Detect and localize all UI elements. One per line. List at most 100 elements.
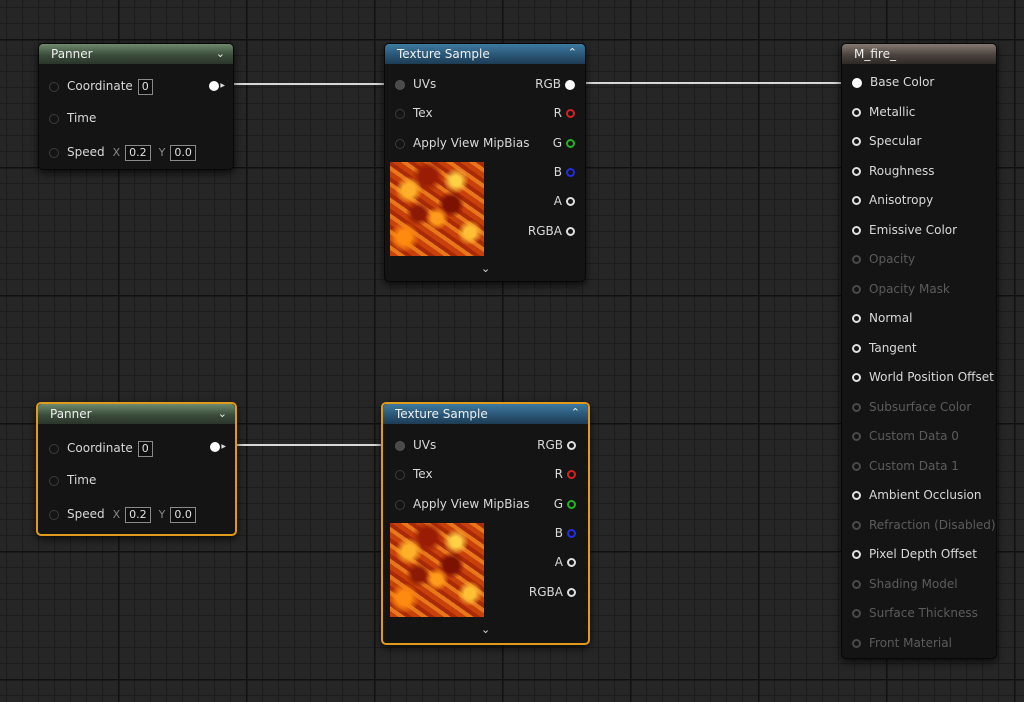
input-pin[interactable] xyxy=(852,461,861,471)
material-pin-anisotropy[interactable]: Anisotropy xyxy=(852,190,933,210)
rgba-output[interactable]: RGBA xyxy=(529,582,576,602)
b-pin[interactable] xyxy=(567,529,576,538)
material-pin-specular[interactable]: Specular xyxy=(852,131,921,151)
speed-input-pin[interactable] xyxy=(49,509,59,520)
input-pin[interactable] xyxy=(852,373,861,382)
material-pin-refraction-disabled[interactable]: Refraction (Disabled) xyxy=(852,515,996,535)
material-pin-opacity-mask[interactable]: Opacity Mask xyxy=(852,279,950,299)
rgb-output[interactable]: RGB xyxy=(535,74,575,94)
tex-input[interactable]: Tex xyxy=(395,103,433,123)
tex-pin[interactable] xyxy=(395,108,405,119)
material-pin-subsurface-color[interactable]: Subsurface Color xyxy=(852,397,971,417)
coordinate-field[interactable]: 0 xyxy=(137,440,153,457)
coordinate-input-pin[interactable] xyxy=(49,443,59,454)
material-output-node[interactable]: M_fire_ Base Color Metallic Specular Roughn… xyxy=(841,43,997,659)
material-pin-custom-data-1[interactable]: Custom Data 1 xyxy=(852,456,959,476)
output-pin[interactable] xyxy=(209,80,220,91)
tex-pin[interactable] xyxy=(395,469,405,480)
input-pin[interactable] xyxy=(852,579,861,589)
input-pin[interactable] xyxy=(852,137,861,146)
input-pin[interactable] xyxy=(852,491,861,500)
material-pin-world-position-offset[interactable]: World Position Offset xyxy=(852,367,994,387)
texture-sample-node-bottom[interactable]: Texture Sample ⌃ UVs Tex Apply View MipB… xyxy=(381,402,590,645)
uvs-input[interactable]: UVs xyxy=(395,435,436,455)
material-pin-roughness[interactable]: Roughness xyxy=(852,161,934,181)
input-pin[interactable] xyxy=(852,343,861,353)
material-pin-opacity[interactable]: Opacity xyxy=(852,249,915,269)
input-pin[interactable] xyxy=(852,225,861,235)
tex-input[interactable]: Tex xyxy=(395,464,433,484)
panner-node-top[interactable]: Panner ⌄ Coordinate 0 ▶ Time Speed X 0.2 Y 0.… xyxy=(38,43,234,170)
material-header[interactable]: M_fire_ xyxy=(842,44,996,64)
chevron-down-icon[interactable]: ⌄ xyxy=(481,262,490,275)
speed-x-field[interactable]: 0.2 xyxy=(125,506,151,523)
output-pin[interactable] xyxy=(210,441,221,452)
rgba-pin[interactable] xyxy=(567,588,576,597)
input-pin[interactable] xyxy=(852,166,861,176)
rgb-pin[interactable] xyxy=(567,441,576,450)
r-output[interactable]: R xyxy=(555,464,576,484)
material-pin-shading-model[interactable]: Shading Model xyxy=(852,574,958,594)
material-pin-normal[interactable]: Normal xyxy=(852,308,912,328)
a-pin[interactable] xyxy=(566,197,575,206)
speed-input-pin[interactable] xyxy=(49,147,59,158)
g-output[interactable]: G xyxy=(554,494,576,514)
input-pin[interactable] xyxy=(852,520,861,530)
material-pin-base-color[interactable]: Base Color xyxy=(852,72,934,92)
texture-sample-header[interactable]: Texture Sample ⌃ xyxy=(383,404,588,424)
a-output[interactable]: A xyxy=(554,191,575,211)
panner-output[interactable]: ▶ xyxy=(206,436,226,456)
g-pin[interactable] xyxy=(566,139,575,148)
mipbias-input[interactable]: Apply View MipBias xyxy=(395,133,529,153)
mipbias-input[interactable]: Apply View MipBias xyxy=(395,494,529,514)
rgb-pin[interactable] xyxy=(565,79,575,90)
b-pin[interactable] xyxy=(566,168,575,177)
material-pin-ambient-occlusion[interactable]: Ambient Occlusion xyxy=(852,485,981,505)
r-pin[interactable] xyxy=(567,470,576,479)
input-pin[interactable] xyxy=(852,314,861,323)
rgb-output[interactable]: RGB xyxy=(537,435,576,455)
speed-y-field[interactable]: 0.0 xyxy=(170,506,196,523)
speed-y-field[interactable]: 0.0 xyxy=(170,144,196,161)
g-output[interactable]: G xyxy=(553,133,575,153)
b-output[interactable]: B xyxy=(555,523,576,543)
chevron-down-icon[interactable]: ⌄ xyxy=(481,623,490,636)
material-pin-emissive-color[interactable]: Emissive Color xyxy=(852,220,957,240)
texture-sample-header[interactable]: Texture Sample ⌃ xyxy=(385,44,585,64)
uvs-pin[interactable] xyxy=(395,79,405,90)
input-pin[interactable] xyxy=(852,432,861,441)
r-output[interactable]: R xyxy=(554,103,575,123)
panner-header[interactable]: Panner ⌄ xyxy=(38,404,235,424)
input-pin[interactable] xyxy=(852,255,861,264)
chevron-down-icon[interactable]: ⌄ xyxy=(216,44,225,64)
material-pin-front-material[interactable]: Front Material xyxy=(852,633,952,653)
material-pin-tangent[interactable]: Tangent xyxy=(852,338,917,358)
input-pin[interactable] xyxy=(852,196,861,205)
input-pin[interactable] xyxy=(852,284,861,294)
input-pin[interactable] xyxy=(852,402,861,412)
a-output[interactable]: A xyxy=(555,552,576,572)
texture-sample-node-top[interactable]: Texture Sample ⌃ UVs Tex Apply View MipB… xyxy=(384,43,586,282)
coordinate-field[interactable]: 0 xyxy=(137,78,153,95)
coordinate-input-pin[interactable] xyxy=(49,81,59,92)
input-pin[interactable] xyxy=(852,550,861,559)
material-pin-metallic[interactable]: Metallic xyxy=(852,102,915,122)
input-pin[interactable] xyxy=(852,638,861,648)
a-pin[interactable] xyxy=(567,558,576,567)
rgba-output[interactable]: RGBA xyxy=(528,221,575,241)
input-pin[interactable] xyxy=(852,609,861,618)
chevron-up-icon[interactable]: ⌃ xyxy=(571,403,580,423)
mipbias-pin[interactable] xyxy=(395,138,405,149)
panner-output[interactable]: ▶ xyxy=(205,75,225,95)
time-input-pin[interactable] xyxy=(49,475,59,486)
r-pin[interactable] xyxy=(566,109,575,118)
chevron-up-icon[interactable]: ⌃ xyxy=(568,43,577,63)
chevron-down-icon[interactable]: ⌄ xyxy=(218,404,227,424)
material-pin-custom-data-0[interactable]: Custom Data 0 xyxy=(852,426,959,446)
g-pin[interactable] xyxy=(567,500,576,509)
b-output[interactable]: B xyxy=(554,162,575,182)
mipbias-pin[interactable] xyxy=(395,499,405,510)
input-pin[interactable] xyxy=(852,77,862,88)
panner-header[interactable]: Panner ⌄ xyxy=(39,44,233,64)
speed-x-field[interactable]: 0.2 xyxy=(125,144,151,161)
